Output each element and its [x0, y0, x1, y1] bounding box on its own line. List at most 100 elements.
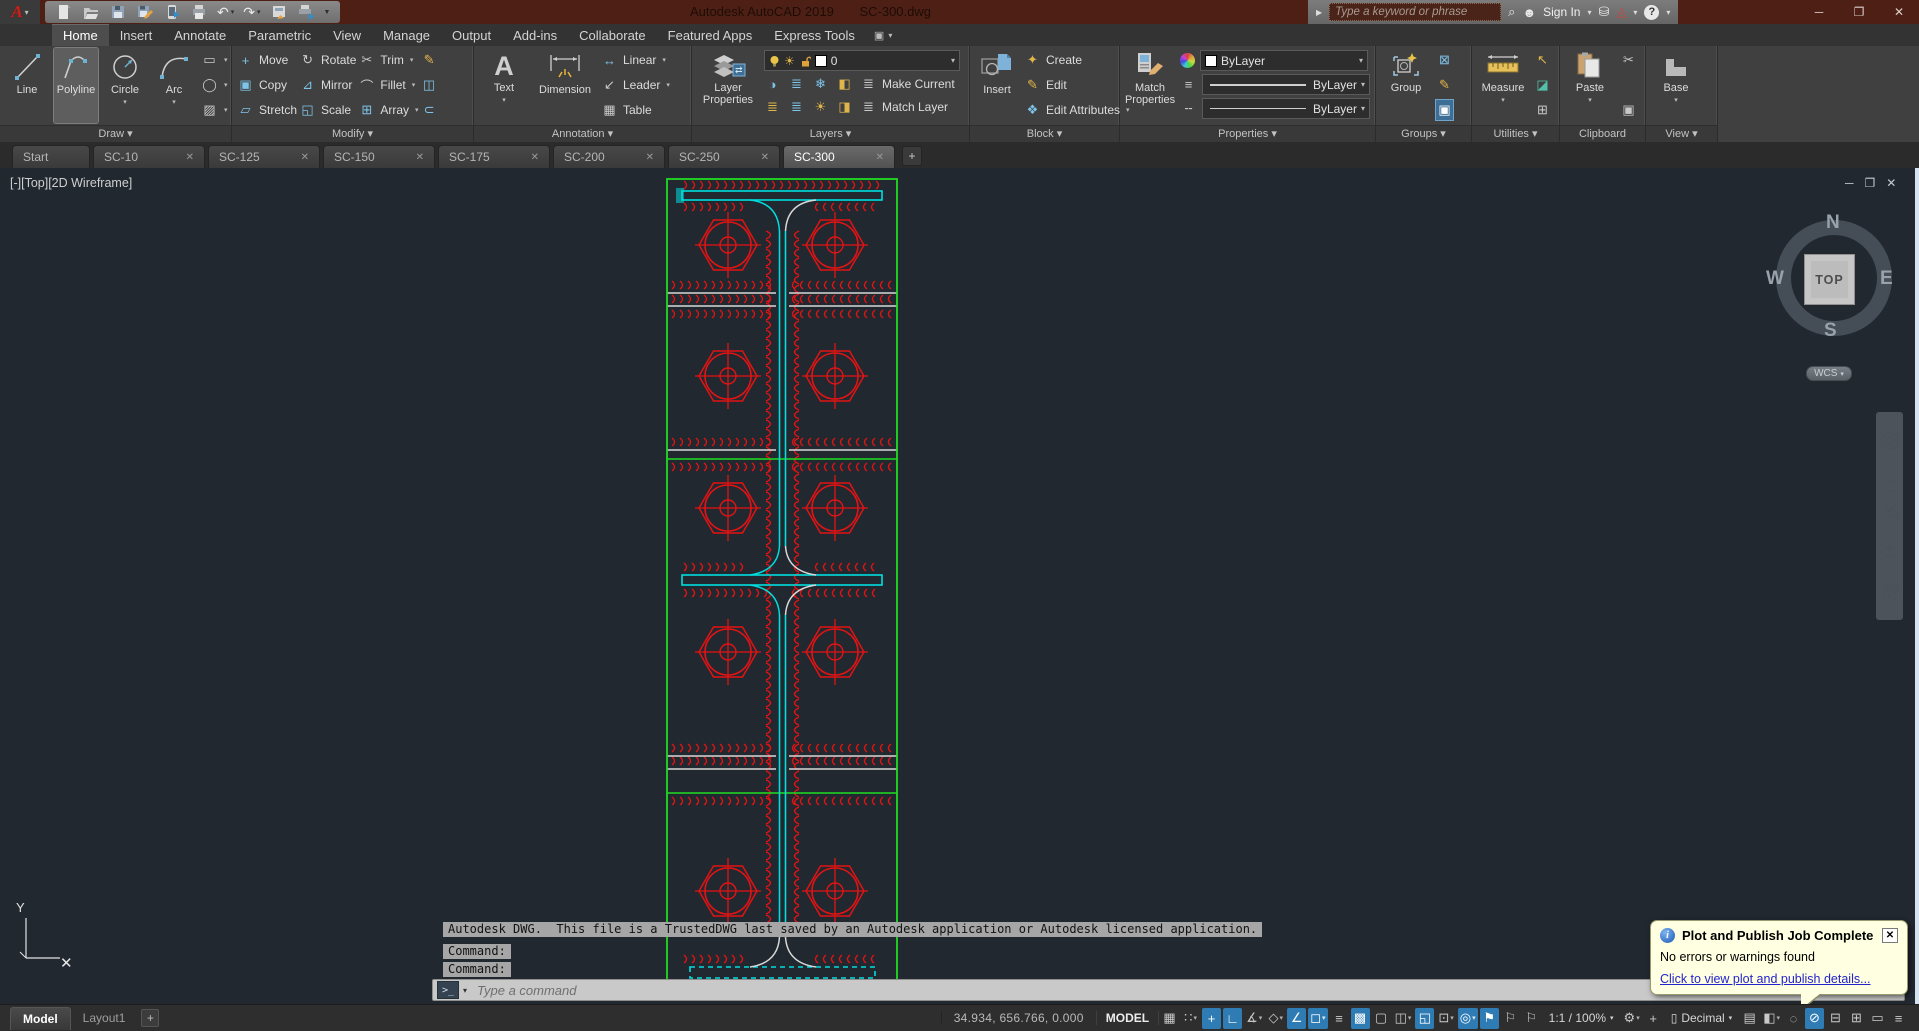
model-space-indicator[interactable]: MODEL: [1097, 1011, 1160, 1025]
layout1-tab[interactable]: Layout1: [71, 1007, 138, 1029]
command-prompt-icon[interactable]: >_: [437, 981, 459, 999]
group-edit-button[interactable]: ✎: [1436, 75, 1453, 95]
viewcube-south[interactable]: S: [1824, 320, 1837, 342]
save-as-button[interactable]: [136, 3, 154, 21]
file-tab-close-icon[interactable]: ✕: [646, 152, 654, 163]
group-selection-toggle[interactable]: ▣: [1435, 99, 1454, 121]
status-units[interactable]: ▯ Decimal ▾: [1664, 1008, 1739, 1029]
signin-dropdown-icon[interactable]: ▾: [1587, 8, 1591, 17]
navigation-bar[interactable]: ⊗ ▾ ▾ ▾ ⊖: [1876, 412, 1903, 620]
layer-properties-button[interactable]: ⇄ Layer Properties: [697, 48, 759, 123]
viewport-minimize-icon[interactable]: ─: [1845, 176, 1854, 190]
zoom-icon[interactable]: [1881, 501, 1899, 519]
file-tab-close-icon[interactable]: ✕: [761, 152, 769, 163]
circle-button[interactable]: Circle ▾: [103, 48, 147, 123]
linetype-select[interactable]: ByLayer ▾: [1202, 98, 1370, 119]
status-grid[interactable]: ▦: [1160, 1008, 1179, 1029]
status-annotation-flag[interactable]: ⚐: [1522, 1008, 1541, 1029]
paste-button[interactable]: Paste ▾: [1565, 48, 1615, 123]
help-icon[interactable]: ?: [1644, 4, 1660, 20]
publish-button[interactable]: [297, 3, 315, 21]
navigation-wheel-icon[interactable]: [1880, 431, 1900, 451]
file-tab-start[interactable]: Start: [12, 145, 90, 168]
file-tab-close-icon[interactable]: ✕: [186, 152, 194, 163]
ungroup-button[interactable]: ⊠: [1436, 50, 1453, 70]
viewcube-west[interactable]: W: [1766, 268, 1784, 290]
offset-button[interactable]: ⊂: [421, 100, 438, 120]
ellipse-flyout[interactable]: ◯ ▾: [201, 75, 227, 95]
navbar-zoom-dropdown-icon[interactable]: ▾: [1888, 526, 1892, 533]
leader-button[interactable]: ↙ Leader ▾: [601, 75, 670, 95]
erase-button[interactable]: ✎: [421, 50, 438, 70]
status-annotation-monitor[interactable]: +: [1644, 1008, 1663, 1029]
edit-attributes-button[interactable]: ❖ Edit Attributes ▾: [1024, 100, 1130, 120]
undo-button[interactable]: ↶ ▾: [217, 3, 234, 21]
copy-clip-button[interactable]: ▣: [1620, 100, 1637, 120]
viewport-controls-label[interactable]: [-][Top][2D Wireframe]: [10, 176, 132, 190]
open-button[interactable]: [82, 3, 100, 21]
signin-button[interactable]: Sign In: [1543, 5, 1580, 19]
viewport-restore-icon[interactable]: ❐: [1865, 176, 1876, 190]
file-tab-close-icon[interactable]: ✕: [416, 152, 424, 163]
autodesk-app-store-icon[interactable]: ◬: [1616, 4, 1626, 20]
rotate-button[interactable]: ↻ Rotate: [299, 50, 356, 70]
quick-select-button[interactable]: ↖: [1534, 50, 1551, 70]
file-tab-sc-175[interactable]: SC-175 ✕: [438, 145, 550, 168]
help-dropdown-icon[interactable]: ▾: [1666, 8, 1670, 17]
pan-icon[interactable]: [1881, 474, 1899, 493]
status-ortho[interactable]: ∟: [1223, 1007, 1243, 1029]
match-properties-button[interactable]: Match Properties: [1125, 48, 1175, 123]
status-snap[interactable]: ∷ ▾: [1181, 1008, 1200, 1029]
search-caret-icon[interactable]: ▶: [1316, 8, 1322, 17]
status-lineweight[interactable]: ≡: [1330, 1008, 1349, 1029]
mirror-button[interactable]: ⊿ Mirror: [299, 75, 356, 95]
panel-label-modify[interactable]: Modify ▾: [232, 125, 473, 142]
file-tab-close-icon[interactable]: ✕: [876, 152, 884, 163]
text-button[interactable]: A Text ▾: [479, 48, 529, 123]
arc-button[interactable]: Arc ▾: [152, 48, 196, 123]
viewcube-east[interactable]: E: [1880, 268, 1893, 290]
measure-button[interactable]: Measure ▾: [1477, 48, 1529, 123]
layer-lock-icon[interactable]: ◧: [836, 76, 853, 92]
viewcube-top-face[interactable]: TOP: [1804, 254, 1855, 305]
base-button[interactable]: Base ▾: [1651, 48, 1701, 123]
layer-off-icon[interactable]: ◑: [764, 77, 781, 92]
file-tab-sc-150[interactable]: SC-150 ✕: [323, 145, 435, 168]
panel-label-groups[interactable]: Groups ▾: [1376, 125, 1471, 142]
make-current-button[interactable]: ≣ Make Current: [860, 74, 955, 94]
polyline-button[interactable]: Polyline: [53, 47, 99, 124]
search-icon[interactable]: ⌕: [1508, 4, 1515, 20]
drawing-canvas[interactable]: [-][Top][2D Wireframe] ─ ❐ ✕ N W E S TOP…: [0, 168, 1919, 1004]
status-customization-menu[interactable]: ≡: [1889, 1008, 1908, 1029]
file-tab-sc-250[interactable]: SC-250 ✕: [668, 145, 780, 168]
ribbon-tab-collaborate[interactable]: Collaborate: [568, 24, 657, 46]
navbar-wheel-dropdown-icon[interactable]: ▾: [1888, 458, 1892, 465]
layer-isolate-icon[interactable]: ≣: [788, 76, 805, 92]
dimension-button[interactable]: Dimension: [534, 48, 596, 123]
window-close-button[interactable]: ✕: [1879, 0, 1919, 24]
ribbon-display-toggle[interactable]: ▣ ▾: [866, 24, 900, 46]
rectangle-flyout[interactable]: ▭ ▾: [201, 50, 227, 70]
line-button[interactable]: Line: [5, 48, 49, 123]
window-restore-button[interactable]: ❐: [1839, 0, 1879, 24]
status-object-snap[interactable]: ◻ ▾: [1308, 1007, 1328, 1029]
redo-button[interactable]: ↷ ▾: [243, 3, 260, 21]
status-selection-cycling[interactable]: ▢: [1372, 1008, 1391, 1029]
status-graphics-performance[interactable]: ⊘: [1805, 1007, 1824, 1029]
layer-unisolate-icon[interactable]: ≣: [764, 99, 781, 115]
layer-freeze-icon[interactable]: ❄: [812, 76, 829, 92]
store-dropdown-icon[interactable]: ▾: [1633, 8, 1637, 17]
navbar-more-icon[interactable]: ⊖: [1886, 608, 1894, 618]
layout-button[interactable]: [270, 3, 288, 21]
application-menu-button[interactable]: A ▾: [0, 0, 40, 24]
file-tab-sc-125[interactable]: SC-125 ✕: [208, 145, 320, 168]
status-workspace-switching[interactable]: ⚙ ▾: [1622, 1008, 1642, 1029]
qat-customize-dropdown-icon[interactable]: ▼: [324, 9, 331, 16]
file-tab-close-icon[interactable]: ✕: [301, 152, 309, 163]
status-export[interactable]: ⊞: [1847, 1008, 1866, 1029]
new-layout-button[interactable]: +: [141, 1009, 160, 1027]
new-drawing-tab-button[interactable]: +: [902, 146, 922, 166]
explode-button[interactable]: ◫: [421, 75, 438, 95]
panel-label-annotation[interactable]: Annotation ▾: [474, 125, 691, 142]
model-tab[interactable]: Model: [10, 1006, 71, 1030]
